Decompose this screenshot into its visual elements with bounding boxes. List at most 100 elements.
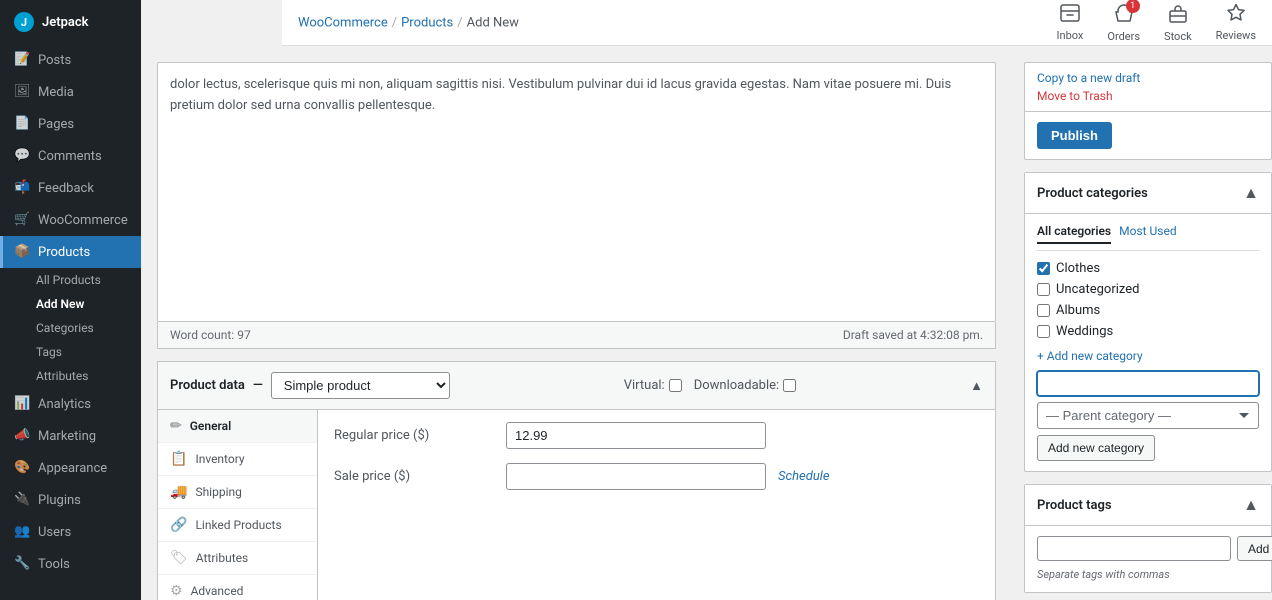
sidebar-item-label: WooCommerce: [38, 213, 128, 228]
tab-most-used[interactable]: Most Used: [1119, 224, 1177, 244]
content-area: dolor lectus, scelerisque quis mi non, a…: [141, 46, 1012, 600]
add-tag-button[interactable]: Add: [1237, 536, 1272, 561]
product-categories-toggle[interactable]: ▲: [1243, 183, 1259, 203]
sidebar-sub-tags[interactable]: Tags: [0, 340, 141, 364]
sidebar-sub-categories[interactable]: Categories: [0, 316, 141, 340]
sidebar-item-label: Appearance: [38, 461, 107, 476]
tab-all-categories[interactable]: All categories: [1037, 224, 1111, 244]
tags-hint: Separate tags with commas: [1037, 568, 1170, 581]
sidebar-item-feedback[interactable]: 📬 Feedback: [0, 172, 141, 204]
main-content: dolor lectus, scelerisque quis mi non, a…: [141, 46, 1272, 600]
sidebar-item-woocommerce[interactable]: 🛒 WooCommerce: [0, 204, 141, 236]
sidebar-item-posts[interactable]: 📝 Posts: [0, 44, 141, 76]
nav-attributes[interactable]: 🏷 Attributes: [158, 542, 317, 575]
nav-linked-products[interactable]: 🔗 Linked Products: [158, 509, 317, 542]
sidebar-logo-label: Jetpack: [42, 15, 89, 30]
sidebar-sub-attributes[interactable]: Attributes: [0, 364, 141, 388]
product-tags-toggle[interactable]: ▲: [1243, 495, 1259, 515]
publish-actions: Publish: [1025, 111, 1271, 159]
users-icon: 👥: [14, 524, 30, 540]
virtual-checkbox[interactable]: [669, 379, 682, 392]
sidebar-item-users[interactable]: 👥 Users: [0, 516, 141, 548]
orders-badge: 1: [1126, 0, 1140, 13]
reviews-label: Reviews: [1216, 29, 1256, 42]
collapse-icon[interactable]: ▲: [970, 378, 983, 394]
sidebar-item-media[interactable]: 🖼 Media: [0, 76, 141, 108]
cat-checkbox-uncategorized[interactable]: [1037, 283, 1050, 296]
schedule-link[interactable]: Schedule: [778, 469, 830, 484]
sidebar: J Jetpack 📝 Posts 🖼 Media 📄 Pages 💬 Comm…: [0, 0, 141, 600]
product-data-nav: ✏ General 📋 Inventory 🚚 Shipping 🔗: [158, 410, 318, 600]
sidebar-item-label: Comments: [38, 149, 102, 164]
comments-icon: 💬: [14, 148, 30, 164]
product-type-select[interactable]: Simple product Variable product Grouped …: [271, 372, 450, 399]
downloadable-label: Downloadable:: [694, 378, 796, 393]
topbar-reviews[interactable]: Reviews: [1216, 3, 1256, 42]
product-tags-body: Add Separate tags with commas: [1025, 526, 1271, 592]
nav-linked-label: Linked Products: [195, 518, 281, 532]
add-new-label: Add New: [36, 297, 84, 311]
publish-button[interactable]: Publish: [1037, 122, 1112, 149]
sidebar-sub-add-new[interactable]: Add New: [0, 292, 141, 316]
categories-label: Categories: [36, 321, 94, 335]
sidebar-item-marketing[interactable]: 📣 Marketing: [0, 420, 141, 452]
breadcrumb: WooCommerce / Products / Add New: [298, 15, 519, 30]
sidebar-item-label: Analytics: [38, 397, 91, 412]
orders-icon: 1: [1114, 3, 1134, 28]
copy-draft-link[interactable]: Copy to a new draft: [1037, 71, 1259, 85]
new-cat-name-input[interactable]: [1037, 371, 1259, 396]
cat-tabs: All categories Most Used: [1037, 224, 1259, 251]
stock-label: Stock: [1164, 30, 1192, 43]
nav-advanced[interactable]: ⚙ Advanced: [158, 575, 317, 600]
sidebar-item-products[interactable]: 📦 Products: [0, 236, 141, 268]
tags-input[interactable]: [1037, 536, 1231, 561]
cat-checkbox-clothes[interactable]: [1037, 262, 1050, 275]
breadcrumb-woocommerce[interactable]: WooCommerce: [298, 15, 388, 30]
sidebar-item-tools[interactable]: 🔧 Tools: [0, 548, 141, 580]
cat-item-albums: Albums: [1037, 303, 1259, 318]
editor-box[interactable]: dolor lectus, scelerisque quis mi non, a…: [157, 62, 996, 322]
add-new-category-button[interactable]: Add new category: [1037, 435, 1155, 461]
cat-item-clothes: Clothes: [1037, 261, 1259, 276]
breadcrumb-products[interactable]: Products: [401, 15, 453, 30]
sidebar-item-plugins[interactable]: 🔌 Plugins: [0, 484, 141, 516]
cat-checkbox-weddings[interactable]: [1037, 325, 1050, 338]
topbar-inbox[interactable]: Inbox: [1057, 4, 1084, 42]
product-data-box: Product data — Simple product Variable p…: [157, 361, 996, 600]
product-categories-box: Product categories ▲ All categories Most…: [1024, 172, 1272, 472]
sidebar-sub-all-products[interactable]: All Products: [0, 268, 141, 292]
nav-inventory[interactable]: 📋 Inventory: [158, 443, 317, 476]
products-icon: 📦: [14, 244, 30, 260]
sidebar-item-comments[interactable]: 💬 Comments: [0, 140, 141, 172]
downloadable-checkbox[interactable]: [783, 379, 796, 392]
nav-general-label: General: [190, 419, 231, 433]
topbar-orders[interactable]: 1 Orders: [1107, 3, 1140, 43]
breadcrumb-current: Add New: [467, 15, 519, 30]
cat-checkbox-albums[interactable]: [1037, 304, 1050, 317]
advanced-icon: ⚙: [170, 583, 183, 599]
move-to-trash-link[interactable]: Move to Trash: [1037, 89, 1259, 103]
product-tags-header: Product tags ▲: [1025, 485, 1271, 526]
jetpack-icon: J: [14, 12, 34, 32]
topbar-stock[interactable]: Stock: [1164, 3, 1192, 43]
add-new-category-link[interactable]: + Add new category: [1037, 349, 1259, 363]
nav-general[interactable]: ✏ General: [158, 410, 317, 443]
attributes-label: Attributes: [36, 369, 88, 383]
regular-price-input[interactable]: [506, 422, 766, 449]
shipping-icon: 🚚: [170, 484, 187, 500]
nav-attributes-label: Attributes: [196, 551, 248, 565]
sidebar-item-label: Users: [38, 525, 71, 540]
cat-item-uncategorized: Uncategorized: [1037, 282, 1259, 297]
sidebar-logo[interactable]: J Jetpack: [0, 0, 141, 44]
nav-shipping-label: Shipping: [195, 485, 241, 499]
nav-shipping[interactable]: 🚚 Shipping: [158, 476, 317, 509]
cat-label-weddings: Weddings: [1056, 324, 1113, 339]
marketing-icon: 📣: [14, 428, 30, 444]
sidebar-item-pages[interactable]: 📄 Pages: [0, 108, 141, 140]
parent-cat-select[interactable]: — Parent category —: [1037, 402, 1259, 429]
sidebar-item-appearance[interactable]: 🎨 Appearance: [0, 452, 141, 484]
product-data-dash: —: [253, 378, 263, 393]
sidebar-item-analytics[interactable]: 📊 Analytics: [0, 388, 141, 420]
linked-icon: 🔗: [170, 517, 187, 533]
sale-price-input[interactable]: [506, 463, 766, 490]
